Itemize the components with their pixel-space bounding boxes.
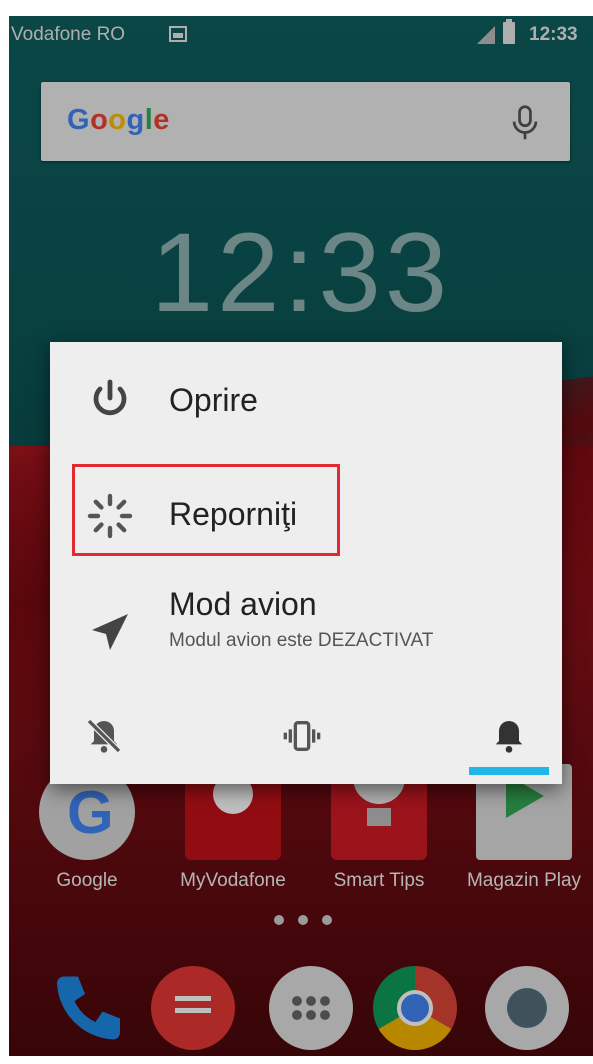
airplane-mode-status: Modul avion este DEZACTIVAT xyxy=(169,630,434,651)
power-off-label: Oprire xyxy=(169,382,258,418)
power-menu-dialog: Oprire Reporniţi Mod avion Modul avion e… xyxy=(50,342,562,784)
silent-icon[interactable] xyxy=(84,714,124,758)
power-icon xyxy=(93,379,127,416)
restart-highlight-box xyxy=(72,464,340,556)
sound-on-icon[interactable] xyxy=(489,714,529,758)
selected-mode-indicator xyxy=(469,767,549,775)
airplane-mode-option[interactable]: Mod avion Modul avion este DEZACTIVAT xyxy=(50,568,562,678)
airplane-mode-label: Mod avion xyxy=(169,586,317,622)
airplane-icon xyxy=(92,614,128,650)
sound-mode-selector xyxy=(50,694,562,784)
vibrate-icon[interactable] xyxy=(282,714,322,758)
power-off-option[interactable]: Oprire xyxy=(50,342,562,452)
phone-screen: Vodafone RO 12:33 Google 12:33 G Google … xyxy=(9,16,593,1056)
